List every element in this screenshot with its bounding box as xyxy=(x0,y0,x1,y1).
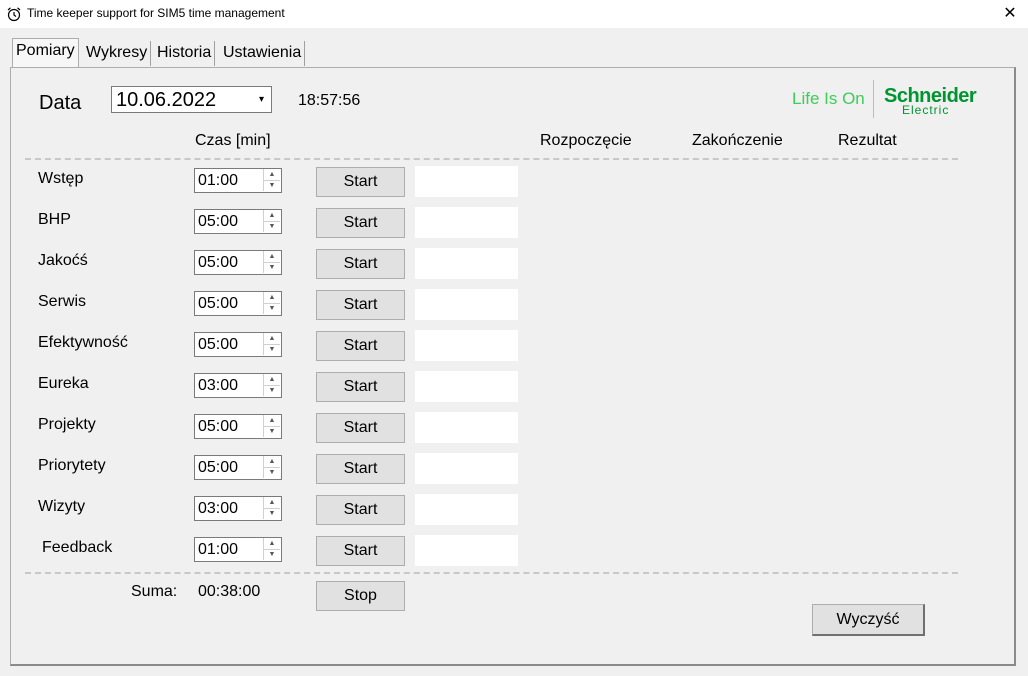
clear-button[interactable]: Wyczyść xyxy=(812,604,925,636)
stepper-down-icon[interactable]: ▼ xyxy=(263,508,280,519)
result-field[interactable] xyxy=(415,248,518,279)
start-button[interactable]: Start xyxy=(316,495,405,525)
title-bar: Time keeper support for SIM5 time manage… xyxy=(0,0,1028,28)
time-stepper[interactable]: 05:00 ▲ ▼ xyxy=(194,291,282,316)
start-button[interactable]: Start xyxy=(316,536,405,566)
divider-top xyxy=(25,158,958,160)
stepper-down-icon[interactable]: ▼ xyxy=(263,549,280,560)
time-value: 05:00 xyxy=(198,295,239,312)
time-value: 03:00 xyxy=(198,377,239,394)
dropdown-arrow-icon[interactable]: ▾ xyxy=(253,88,270,111)
date-label: Data xyxy=(39,92,82,114)
time-stepper[interactable]: 05:00 ▲ ▼ xyxy=(194,209,282,234)
start-button[interactable]: Start xyxy=(316,331,405,361)
current-time: 18:57:56 xyxy=(298,92,361,109)
time-stepper[interactable]: 05:00 ▲ ▼ xyxy=(194,455,282,480)
time-stepper[interactable]: 03:00 ▲ ▼ xyxy=(194,373,282,398)
result-field[interactable] xyxy=(415,207,518,238)
result-field[interactable] xyxy=(415,453,518,484)
column-header-end: Zakończenie xyxy=(692,132,783,149)
date-picker[interactable]: 10.06.2022 ▾ xyxy=(111,86,272,113)
schneider-logo-sub: Electric xyxy=(902,103,950,117)
tab-panel xyxy=(10,67,1016,666)
stepper-down-icon[interactable]: ▼ xyxy=(263,180,280,191)
tab-ustawienia[interactable]: Ustawienia xyxy=(220,41,306,66)
row-label: Serwis xyxy=(38,293,87,310)
window-title: Time keeper support for SIM5 time manage… xyxy=(27,6,285,20)
logo-divider xyxy=(873,80,874,118)
time-stepper[interactable]: 01:00 ▲ ▼ xyxy=(194,168,282,193)
stepper-down-icon[interactable]: ▼ xyxy=(263,426,280,437)
row-label: Eureka xyxy=(38,375,89,392)
life-is-on-logo: Life Is On xyxy=(792,89,865,108)
row-label: BHP xyxy=(38,211,71,228)
column-header-start: Rozpoczęcie xyxy=(540,132,632,149)
column-header-time: Czas [min] xyxy=(195,132,271,149)
stepper-down-icon[interactable]: ▼ xyxy=(263,385,280,396)
row-label: Feedback xyxy=(42,539,113,556)
result-field[interactable] xyxy=(415,289,518,320)
time-value: 05:00 xyxy=(198,418,239,435)
row-label: Jakoćś xyxy=(38,252,88,269)
tab-historia[interactable]: Historia xyxy=(154,41,216,66)
close-button[interactable]: ✕ xyxy=(996,3,1024,25)
time-stepper[interactable]: 05:00 ▲ ▼ xyxy=(194,332,282,357)
row-label: Wstęp xyxy=(38,170,84,187)
alarm-clock-icon xyxy=(7,7,21,22)
stepper-down-icon[interactable]: ▼ xyxy=(263,303,280,314)
start-button[interactable]: Start xyxy=(316,290,405,320)
stop-button[interactable]: Stop xyxy=(316,581,405,611)
time-stepper[interactable]: 05:00 ▲ ▼ xyxy=(194,250,282,275)
start-button[interactable]: Start xyxy=(316,249,405,279)
sum-label: Suma: xyxy=(131,583,178,600)
stepper-down-icon[interactable]: ▼ xyxy=(263,344,280,355)
result-field[interactable] xyxy=(415,371,518,402)
result-field[interactable] xyxy=(415,412,518,443)
result-field[interactable] xyxy=(415,494,518,525)
time-value: 05:00 xyxy=(198,254,239,271)
row-label: Projekty xyxy=(38,416,96,433)
time-value: 01:00 xyxy=(198,172,239,189)
start-button[interactable]: Start xyxy=(316,167,405,197)
close-icon: ✕ xyxy=(1003,5,1017,22)
tab-pomiary[interactable]: Pomiary xyxy=(12,38,79,68)
date-value: 10.06.2022 xyxy=(116,89,217,111)
result-field[interactable] xyxy=(415,330,518,361)
time-value: 05:00 xyxy=(198,459,239,476)
result-field[interactable] xyxy=(415,535,518,566)
start-button[interactable]: Start xyxy=(316,372,405,402)
start-button[interactable]: Start xyxy=(316,208,405,238)
stepper-down-icon[interactable]: ▼ xyxy=(263,467,280,478)
row-label: Wizyty xyxy=(38,498,86,515)
time-value: 03:00 xyxy=(198,500,239,517)
time-value: 05:00 xyxy=(198,213,239,230)
time-value: 05:00 xyxy=(198,336,239,353)
time-stepper[interactable]: 05:00 ▲ ▼ xyxy=(194,414,282,439)
divider-bottom xyxy=(25,572,958,574)
column-header-result: Rezultat xyxy=(838,132,897,149)
result-field[interactable] xyxy=(415,166,518,197)
time-stepper[interactable]: 01:00 ▲ ▼ xyxy=(194,537,282,562)
start-button[interactable]: Start xyxy=(316,454,405,484)
stepper-down-icon[interactable]: ▼ xyxy=(263,221,280,232)
row-label: Priorytety xyxy=(38,457,106,474)
time-stepper[interactable]: 03:00 ▲ ▼ xyxy=(194,496,282,521)
row-label: Efektywność xyxy=(38,334,128,351)
stepper-down-icon[interactable]: ▼ xyxy=(263,262,280,273)
sum-value: 00:38:00 xyxy=(198,583,261,600)
tab-wykresy[interactable]: Wykresy xyxy=(83,41,152,66)
start-button[interactable]: Start xyxy=(316,413,405,443)
time-value: 01:00 xyxy=(198,541,239,558)
